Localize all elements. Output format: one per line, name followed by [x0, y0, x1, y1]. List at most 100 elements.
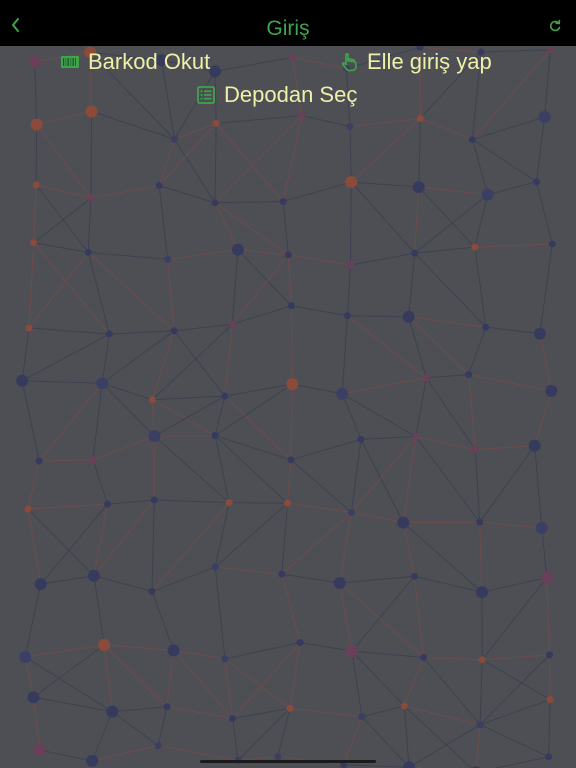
network-node	[545, 753, 553, 761]
network-node	[336, 387, 349, 400]
network-line	[287, 254, 292, 306]
network-node	[397, 516, 410, 529]
network-node	[287, 456, 295, 464]
network-line	[232, 254, 289, 325]
network-line	[347, 315, 409, 318]
network-line	[292, 383, 343, 395]
network-node	[154, 742, 162, 750]
network-line	[92, 435, 155, 461]
network-node	[221, 392, 229, 400]
network-node	[347, 508, 355, 516]
network-line	[224, 383, 293, 397]
network-node	[225, 499, 233, 507]
network-line	[290, 459, 352, 513]
network-line	[426, 374, 469, 379]
network-line	[415, 377, 427, 437]
network-line	[24, 656, 34, 698]
network-node	[419, 653, 427, 661]
network-line	[290, 438, 362, 461]
network-line	[104, 644, 174, 651]
network-line	[299, 641, 353, 652]
network-line	[112, 706, 168, 713]
network-line	[27, 503, 108, 510]
network-line	[341, 393, 362, 440]
network-line	[403, 706, 410, 768]
network-line	[350, 252, 415, 266]
network-line	[350, 181, 416, 254]
network-line	[479, 654, 550, 726]
network-line	[174, 323, 233, 332]
network-node	[411, 249, 419, 257]
network-line	[21, 380, 40, 462]
network-node	[87, 194, 95, 202]
network-line	[418, 186, 488, 196]
network-line	[548, 699, 551, 757]
network-node	[468, 136, 476, 144]
network-line	[351, 650, 405, 707]
network-line	[485, 326, 540, 335]
network-background	[16, 46, 558, 768]
scan-barcode-button[interactable]: Barkod Okut	[60, 48, 210, 76]
network-node	[278, 570, 286, 578]
network-line	[418, 118, 421, 188]
network-line	[350, 118, 421, 183]
network-node	[84, 248, 92, 256]
network-line	[154, 435, 230, 503]
network-line	[479, 699, 551, 726]
network-line	[151, 566, 216, 592]
network-line	[479, 521, 542, 529]
network-line	[351, 651, 363, 717]
network-line	[339, 575, 415, 584]
network-node	[476, 586, 489, 599]
network-line	[21, 333, 110, 382]
network-line	[351, 575, 415, 652]
network-line	[93, 499, 155, 577]
manual-entry-button[interactable]: Elle giriş yap	[339, 48, 492, 76]
network-line	[283, 181, 352, 203]
network-line	[92, 745, 159, 762]
network-node	[471, 243, 479, 251]
login-screen: Giriş Barkod Okut Elle giriş yap Depodan…	[0, 0, 576, 768]
network-node	[345, 176, 358, 189]
network-node	[476, 721, 484, 729]
network-line	[214, 435, 292, 461]
network-line	[91, 711, 113, 762]
network-node	[33, 744, 46, 757]
network-line	[468, 374, 476, 450]
network-node	[533, 327, 546, 340]
network-node	[410, 572, 418, 580]
network-node	[30, 239, 38, 247]
network-line	[224, 658, 234, 719]
network-line	[214, 123, 217, 203]
network-line	[414, 246, 475, 254]
network-line	[158, 185, 169, 260]
network-node	[211, 432, 219, 440]
page-title: Giriş	[266, 17, 310, 40]
network-line	[360, 439, 404, 523]
network-node	[229, 714, 237, 722]
select-from-depot-button[interactable]: Depodan Seç	[196, 81, 357, 109]
network-line	[349, 126, 352, 183]
network-line	[232, 305, 292, 325]
network-line	[281, 573, 301, 643]
network-node	[346, 261, 354, 269]
network-line	[282, 115, 303, 202]
network-line	[360, 436, 416, 440]
network-line	[101, 382, 155, 437]
network-line	[87, 251, 175, 332]
network-line	[154, 499, 230, 504]
network-line	[237, 249, 292, 307]
network-node	[19, 650, 32, 663]
refresh-button[interactable]	[548, 19, 562, 33]
network-line	[22, 380, 103, 384]
network-line	[351, 511, 404, 524]
network-node	[357, 435, 365, 443]
network-line	[32, 697, 41, 751]
network-line	[111, 711, 159, 747]
network-line	[215, 566, 282, 575]
network-line	[468, 326, 487, 375]
network-node	[35, 457, 43, 465]
network-line	[25, 644, 105, 658]
network-line	[33, 644, 105, 698]
network-line	[425, 377, 476, 450]
